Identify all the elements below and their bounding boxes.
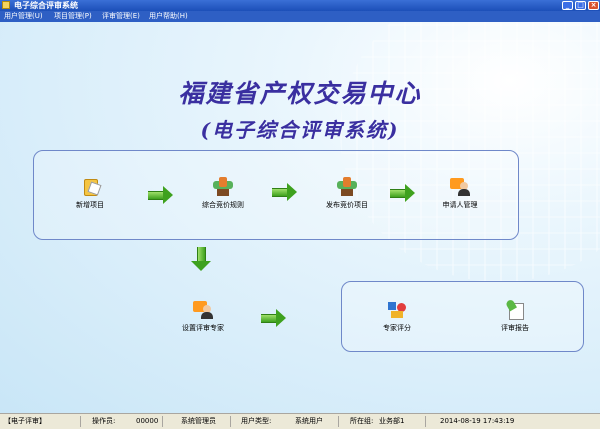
minimize-button[interactable]: _ [562, 1, 573, 10]
status-separator [162, 416, 163, 427]
set-expert-icon [193, 300, 213, 320]
set-expert-node[interactable]: 设置评审专家 [163, 300, 243, 333]
arrow-right-icon [148, 186, 173, 204]
new-project-label: 新增项目 [76, 201, 104, 209]
status-separator [80, 416, 81, 427]
close-button[interactable]: × [588, 1, 599, 10]
expert-score-node[interactable]: 专家评分 [357, 300, 437, 333]
expert-score-label: 专家评分 [383, 324, 411, 332]
main-area: 福建省产权交易中心 (电子综合评审系统) 新增项目 综合竞价规则 发布竞价项目 … [0, 22, 600, 413]
set-expert-label: 设置评审专家 [182, 324, 224, 332]
bidding-rules-node[interactable]: 综合竞价规则 [183, 177, 263, 210]
page-title: 福建省产权交易中心 [178, 79, 422, 108]
maximize-button[interactable]: □ [575, 1, 586, 10]
page-subtitle: (电子综合评审系统) [200, 118, 400, 142]
applicant-management-label: 申请人管理 [442, 201, 478, 209]
bidding-rules-label: 综合竞价规则 [202, 201, 244, 209]
title-bar: 电子综合评审系统 _ □ × [0, 0, 600, 11]
new-project-icon [80, 177, 102, 197]
applicant-management-node[interactable]: 申请人管理 [420, 177, 500, 210]
status-operator-name: 系统管理员 [181, 417, 216, 425]
arrow-right-icon [390, 184, 415, 202]
publish-project-icon [337, 177, 357, 197]
status-user-type-label: 用户类型: [241, 417, 272, 425]
expert-score-icon [387, 300, 407, 320]
status-separator [338, 416, 339, 427]
menu-project-management[interactable]: 项目管理(P) [52, 11, 94, 22]
review-report-label: 评审报告 [501, 324, 529, 332]
status-user-type: 系统用户 [295, 417, 323, 425]
status-operator-id: 00000 [136, 417, 159, 425]
status-separator [425, 416, 426, 427]
publish-project-node[interactable]: 发布竞价项目 [307, 177, 387, 210]
status-separator [230, 416, 231, 427]
status-app: 【电子评审】 [4, 417, 46, 425]
arrow-down-icon [191, 247, 211, 271]
review-report-node[interactable]: 评审报告 [475, 298, 555, 333]
review-report-icon [505, 298, 525, 320]
status-operator-label: 操作员: [92, 417, 116, 425]
bidding-rules-icon [213, 177, 233, 197]
status-datetime: 2014-08-19 17:43:19 [440, 417, 515, 425]
menu-bar: 用户管理(U) 项目管理(P) 评审管理(E) 用户帮助(H) [0, 11, 600, 22]
status-location-label: 所在组: [350, 417, 374, 425]
new-project-node[interactable]: 新增项目 [50, 177, 130, 210]
arrow-right-icon [261, 309, 286, 327]
window-title: 电子综合评审系统 [14, 1, 78, 10]
menu-user-help[interactable]: 用户帮助(H) [147, 11, 190, 22]
publish-project-label: 发布竞价项目 [326, 201, 368, 209]
arrow-right-icon [272, 183, 297, 201]
applicant-icon [450, 177, 470, 197]
status-location: 业务部1 [379, 417, 405, 425]
menu-review-management[interactable]: 评审管理(E) [100, 11, 142, 22]
status-bar: 【电子评审】 操作员: 00000 系统管理员 用户类型: 系统用户 所在组: … [0, 413, 600, 429]
app-icon [2, 1, 10, 9]
menu-user-management[interactable]: 用户管理(U) [2, 11, 45, 22]
